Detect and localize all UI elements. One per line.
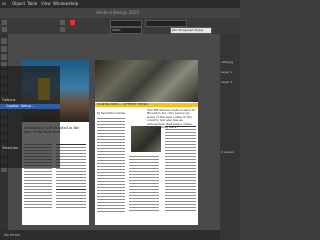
menu-item-ss[interactable]: ss [2,1,6,6]
layers-panel-item[interactable]: cafe.jpg [221,60,233,64]
right-page-photo[interactable] [95,60,198,102]
context-menu-item-selection[interactable]: Selection [2,146,18,150]
layers-panel-footer: 2 Layers [221,150,234,154]
selection-tool-icon[interactable] [1,38,7,44]
layers-panel-item[interactable]: Layer 2 [221,80,232,84]
control-bar: 100% [No Paragraph Style] [0,18,240,35]
align-right-icon[interactable] [2,27,7,32]
stroke-weight-field[interactable] [110,20,142,27]
align-left-icon[interactable] [2,20,7,25]
title-bar: Adobe InDesign 2020 [0,8,240,18]
context-menu-item-caption-setup[interactable]: Caption Setup... [6,104,34,108]
status-text: No errors [4,233,21,237]
window-title: Adobe InDesign 2020 [96,10,139,15]
right-page-subhead: HAUNTING BREW — COFFEE BY THE SEA [97,103,148,106]
page-tool-icon[interactable] [1,54,7,60]
menu-item-window[interactable]: Window [53,1,69,6]
menu-item-help[interactable]: Help [69,1,78,6]
paragraph-style-field[interactable]: [No Paragraph Style] [170,27,212,34]
context-menu-item-options[interactable]: Options [2,98,16,102]
direct-selection-tool-icon[interactable] [1,46,7,52]
stroke-icon[interactable] [60,20,65,25]
percent-value: 100% [112,28,121,32]
menu-item-view[interactable]: View [41,1,51,6]
none-swatch-icon[interactable] [70,20,75,25]
context-menu-panel: Options Caption Setup... Selection [0,66,60,168]
menu-bar: ss Object Table View Window Help [0,0,240,8]
layers-panel [220,34,240,240]
fill-icon[interactable] [60,27,65,32]
right-page[interactable]: HAUNTING BREW — COFFEE BY THE SEA The Br… [95,60,198,225]
menu-item-object[interactable]: Object [12,1,25,6]
right-page-inset-photo[interactable] [131,126,161,152]
status-bar: No errors [0,230,220,240]
menu-item-table[interactable]: Table [27,1,37,6]
layers-panel-item[interactable]: Layer 1 [221,70,232,74]
percent-field[interactable]: 100% [110,27,142,34]
fitting-field[interactable] [145,20,187,27]
right-page-byline: By Samantha Coleman [97,112,126,115]
paragraph-style-value: [No Paragraph Style] [172,28,204,32]
right-page-subhead-bar: HAUNTING BREW — COFFEE BY THE SEA [95,103,198,107]
